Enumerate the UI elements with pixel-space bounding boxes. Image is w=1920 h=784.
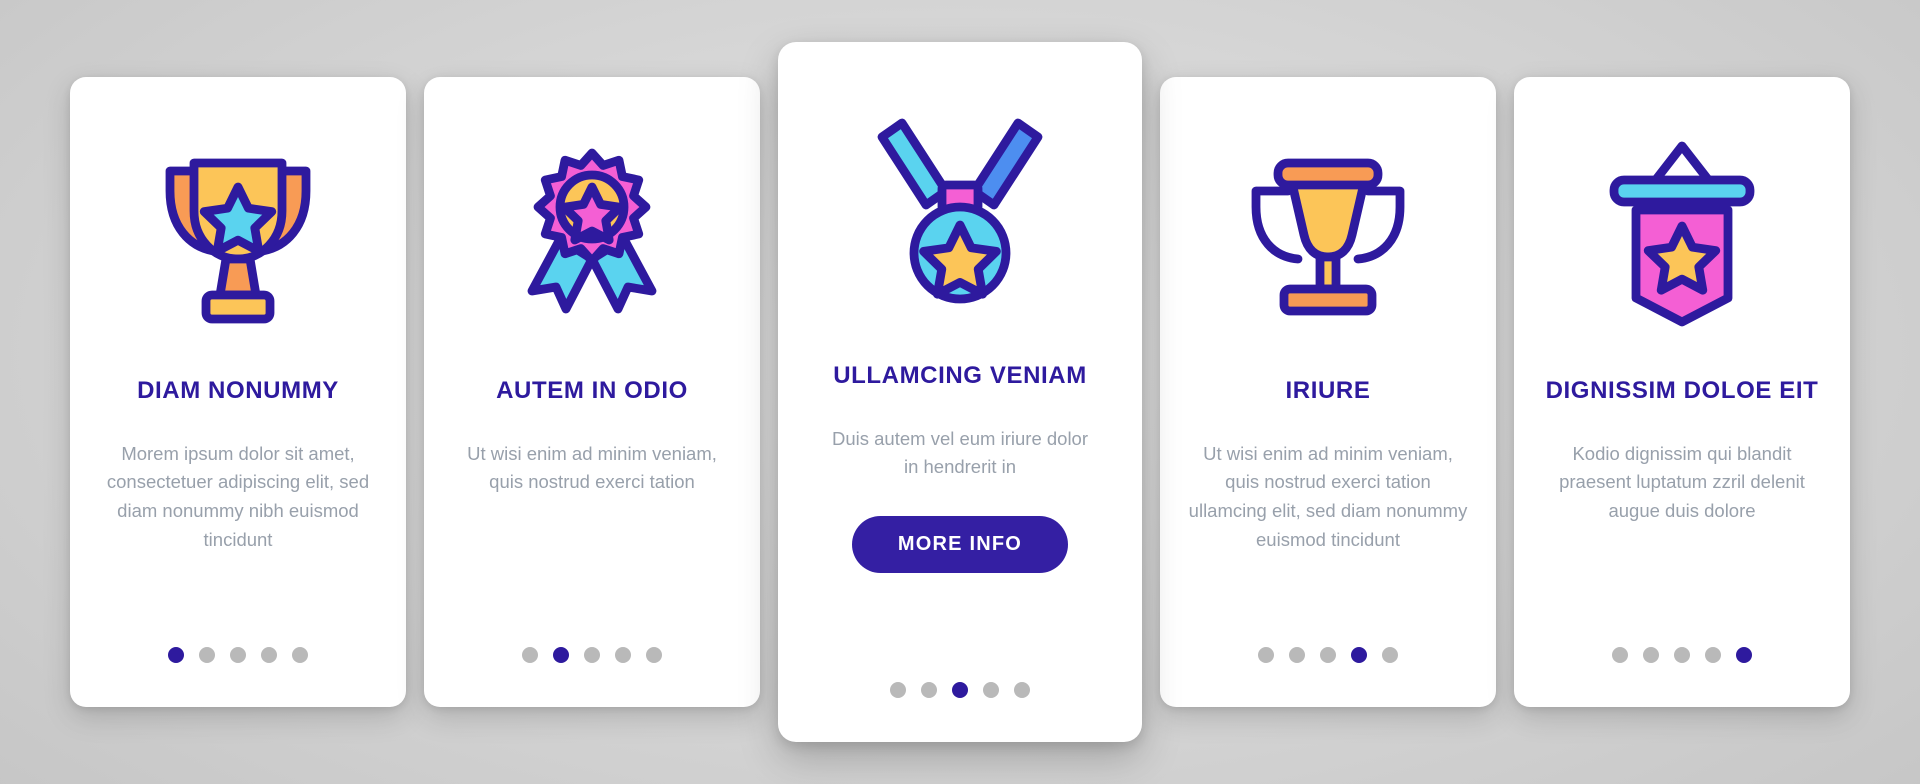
onboarding-screens-stage: DIAM NONUMMY Morem ipsum dolor sit amet, … xyxy=(0,0,1920,784)
pagination-dot[interactable] xyxy=(584,647,600,663)
pagination-dots xyxy=(778,682,1142,698)
card-title: DIAM NONUMMY xyxy=(137,377,339,404)
onboarding-card[interactable]: AUTEM IN ODIO Ut wisi enim ad minim venia… xyxy=(424,77,760,707)
card-icon-wrap xyxy=(804,42,1116,362)
pagination-dot[interactable] xyxy=(1612,647,1628,663)
pagination-dot[interactable] xyxy=(1289,647,1305,663)
onboarding-card[interactable]: IRIURE Ut wisi enim ad minim veniam, quis… xyxy=(1160,77,1496,707)
card-body-text: Kodio dignissim qui blandit praesent lup… xyxy=(1559,442,1805,522)
onboarding-card[interactable]: DIGNISSIM DOLOE EIT Kodio dignissim qui b… xyxy=(1514,77,1850,707)
pennant-star-icon xyxy=(1609,141,1755,327)
pagination-dot[interactable] xyxy=(199,647,215,663)
pagination-dots xyxy=(70,647,406,663)
pagination-dots xyxy=(1514,647,1850,663)
card-icon-wrap xyxy=(1540,77,1824,377)
card-carousel: DIAM NONUMMY Morem ipsum dolor sit amet, … xyxy=(0,0,1920,784)
pagination-dot-active[interactable] xyxy=(1736,647,1752,663)
pagination-dot[interactable] xyxy=(646,647,662,663)
pagination-dot[interactable] xyxy=(230,647,246,663)
card-title: ULLAMCING VENIAM xyxy=(833,362,1087,389)
card-body-text: Duis autem vel eum iriure dolor in hendr… xyxy=(831,427,1089,478)
pagination-dots xyxy=(424,647,760,663)
card-body-text: Morem ipsum dolor sit amet, consectetuer… xyxy=(106,442,370,550)
trophy-star-icon xyxy=(165,158,311,324)
pagination-dot-active[interactable] xyxy=(952,682,968,698)
pagination-dot-active[interactable] xyxy=(1351,647,1367,663)
onboarding-card[interactable]: ULLAMCING VENIAM Duis autem vel eum iriur… xyxy=(778,42,1142,742)
pagination-dot-active[interactable] xyxy=(553,647,569,663)
pagination-dot[interactable] xyxy=(522,647,538,663)
medal-star-icon xyxy=(877,118,1043,304)
award-rosette-ribbon-icon xyxy=(527,148,657,314)
pagination-dot[interactable] xyxy=(921,682,937,698)
pagination-dot[interactable] xyxy=(261,647,277,663)
pagination-dot[interactable] xyxy=(1320,647,1336,663)
card-title: AUTEM IN ODIO xyxy=(496,377,688,404)
more-info-button[interactable]: MORE INFO xyxy=(851,516,1069,574)
pagination-dot[interactable] xyxy=(1674,647,1690,663)
onboarding-card[interactable]: DIAM NONUMMY Morem ipsum dolor sit amet, … xyxy=(70,77,406,707)
pagination-dots xyxy=(1160,647,1496,663)
pagination-dot[interactable] xyxy=(1014,682,1030,698)
trophy-cup-icon xyxy=(1251,158,1405,316)
card-icon-wrap xyxy=(450,77,734,377)
card-icon-wrap xyxy=(96,77,380,377)
pagination-dot[interactable] xyxy=(1258,647,1274,663)
card-title: IRIURE xyxy=(1285,377,1371,404)
pagination-dot[interactable] xyxy=(1643,647,1659,663)
pagination-dot-active[interactable] xyxy=(168,647,184,663)
pagination-dot[interactable] xyxy=(1705,647,1721,663)
card-title: DIGNISSIM DOLOE EIT xyxy=(1545,377,1819,404)
pagination-dot[interactable] xyxy=(292,647,308,663)
card-body-text: Ut wisi enim ad minim veniam, quis nostr… xyxy=(1188,442,1468,550)
pagination-dot[interactable] xyxy=(983,682,999,698)
card-body-text: Ut wisi enim ad minim veniam, quis nostr… xyxy=(467,442,717,493)
pagination-dot[interactable] xyxy=(1382,647,1398,663)
card-icon-wrap xyxy=(1186,77,1470,377)
pagination-dot[interactable] xyxy=(615,647,631,663)
pagination-dot[interactable] xyxy=(890,682,906,698)
